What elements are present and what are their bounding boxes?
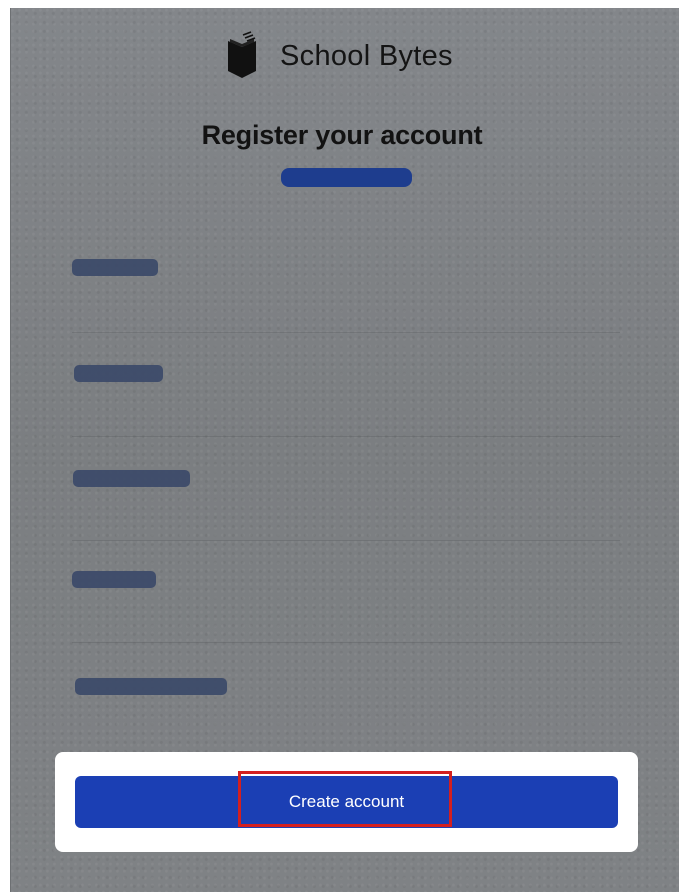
book-icon (222, 31, 262, 81)
form-divider (72, 642, 620, 643)
brand-header: School Bytes (222, 30, 453, 82)
redacted-field-label-1 (72, 259, 158, 276)
redacted-field-label-2 (74, 365, 163, 382)
create-account-button[interactable]: Create account (75, 776, 618, 828)
screenshot-frame: School Bytes Register your account Creat… (0, 0, 684, 896)
page-title: Register your account (201, 120, 483, 150)
redacted-field-label-3 (73, 470, 190, 487)
brand-name: School Bytes (280, 39, 453, 72)
redacted-field-label-4 (72, 571, 156, 588)
form-divider (72, 436, 620, 437)
footer-action-bar: Create account (55, 752, 638, 852)
redacted-subtitle (281, 168, 412, 187)
form-divider (72, 540, 620, 541)
form-divider (72, 332, 620, 333)
redacted-field-label-5 (75, 678, 227, 695)
